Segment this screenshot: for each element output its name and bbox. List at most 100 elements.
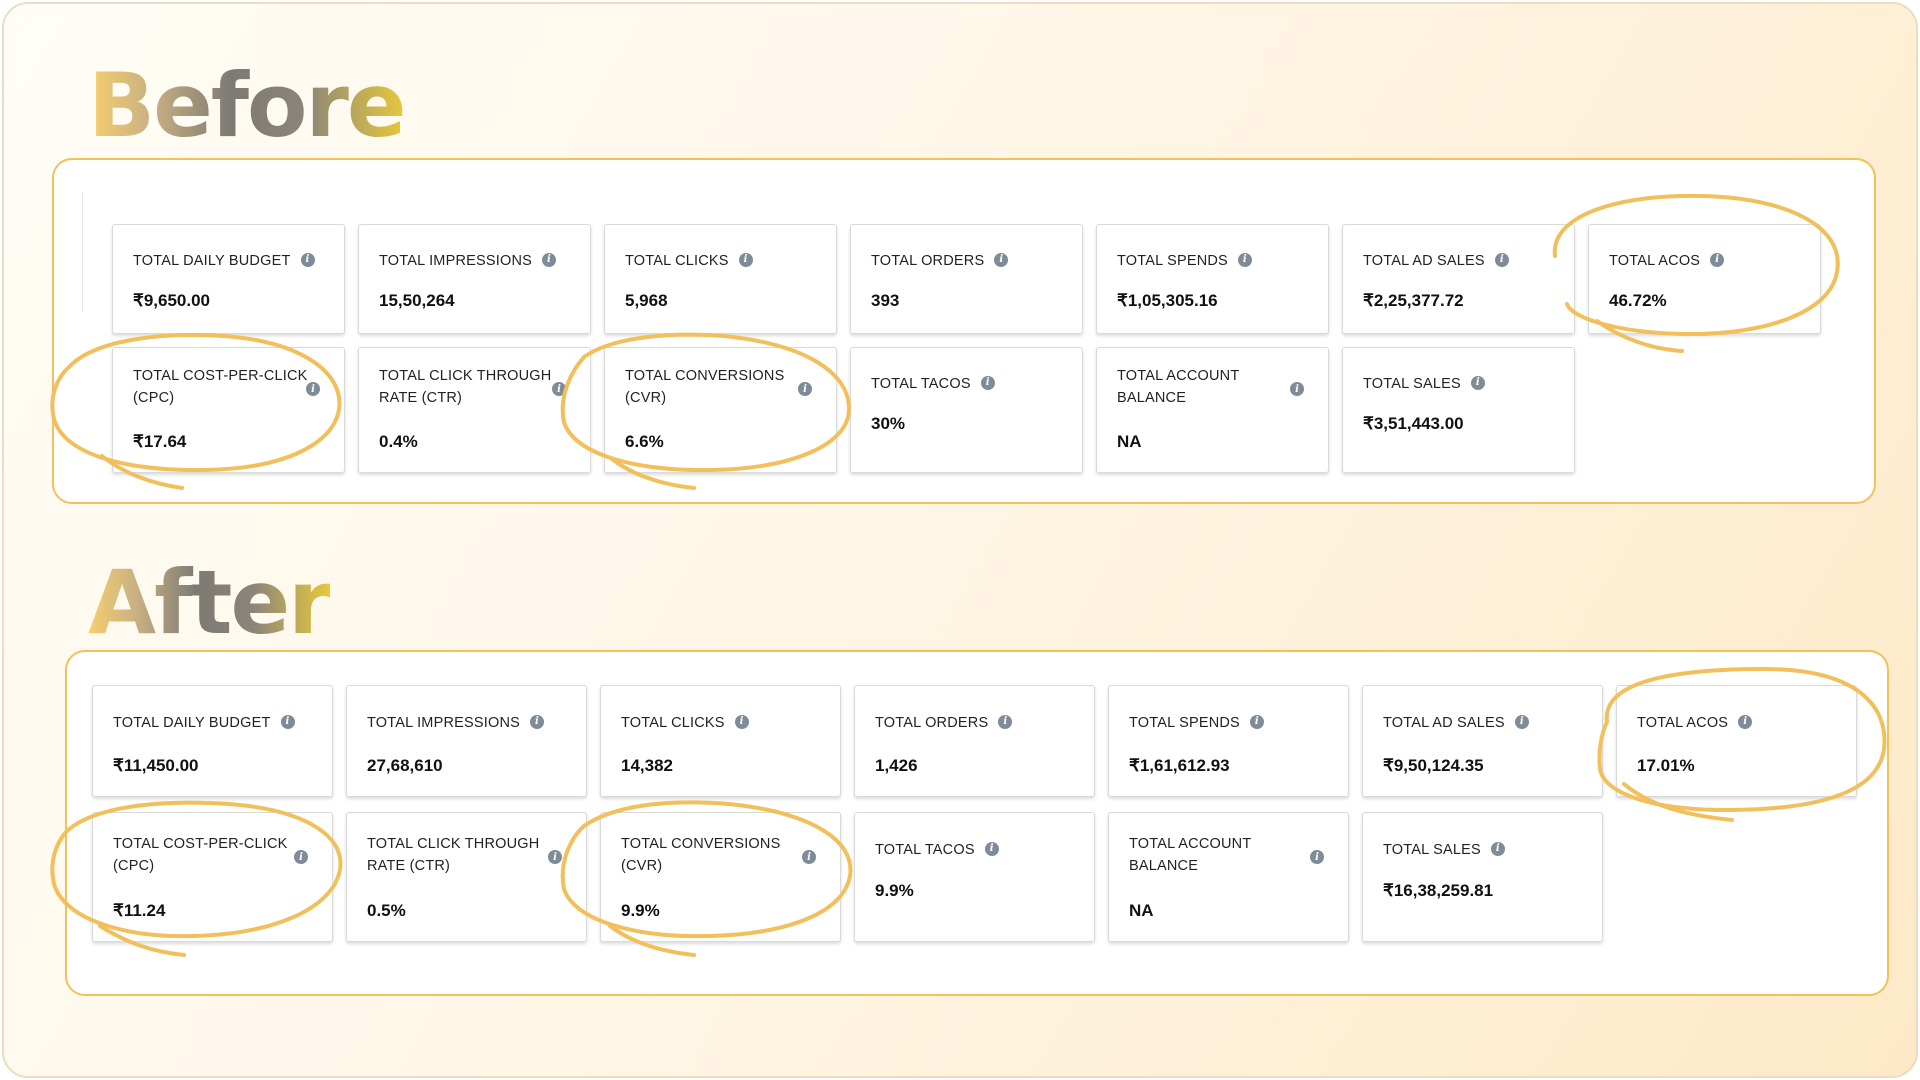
metric-card-spends: TOTAL SPENDS i ₹1,05,305.16 xyxy=(1096,224,1329,334)
after-metrics-panel: TOTAL DAILY BUDGET i ₹11,450.00 TOTAL IMP… xyxy=(65,650,1889,996)
metric-value: ₹2,25,377.72 xyxy=(1363,291,1464,310)
metric-label: TOTAL SPENDS xyxy=(1117,253,1228,269)
metric-value: NA xyxy=(1117,432,1142,451)
metric-label-line2: (CVR) xyxy=(625,390,667,406)
metric-card-daily-budget: TOTAL DAILY BUDGET i ₹9,650.00 xyxy=(112,224,345,334)
metric-card-clicks: TOTAL CLICKS i 5,968 xyxy=(604,224,837,334)
metric-label-line2: (CVR) xyxy=(621,858,663,874)
info-icon[interactable]: i xyxy=(1710,253,1725,268)
metric-value: ₹1,61,612.93 xyxy=(1129,756,1230,775)
metric-value: 14,382 xyxy=(621,756,673,775)
metric-value: ₹9,650.00 xyxy=(133,291,210,310)
metric-value: 17.01% xyxy=(1637,756,1695,775)
panel-divider xyxy=(82,192,83,312)
metric-card-account-balance: TOTAL ACCOUNT BALANCE i NA xyxy=(1108,812,1349,942)
metric-label: TOTAL DAILY BUDGET xyxy=(133,253,291,269)
metric-card-clicks: TOTAL CLICKS i 14,382 xyxy=(600,685,841,797)
info-icon[interactable]: i xyxy=(984,842,999,857)
metric-value: 9.9% xyxy=(621,901,660,920)
metric-card-ad-sales: TOTAL AD SALES i ₹9,50,124.35 xyxy=(1362,685,1603,797)
info-icon[interactable]: i xyxy=(548,850,562,864)
metric-card-total-sales: TOTAL SALES i ₹16,38,259.81 xyxy=(1362,812,1603,942)
metric-label: TOTAL SPENDS xyxy=(1129,715,1240,731)
metric-label-line2: RATE (CTR) xyxy=(379,390,463,406)
info-icon[interactable]: i xyxy=(1494,253,1509,268)
metric-card-tacos: TOTAL TACOS i 9.9% xyxy=(854,812,1095,942)
metric-card-tacos: TOTAL TACOS i 30% xyxy=(850,347,1083,473)
metric-card-cpc: TOTAL COST-PER-CLICK (CPC) i ₹11.24 xyxy=(92,812,333,942)
info-icon[interactable]: i xyxy=(294,850,308,864)
info-icon[interactable]: i xyxy=(280,715,295,730)
info-icon[interactable]: i xyxy=(980,376,995,391)
metric-value: ₹11.24 xyxy=(113,901,166,920)
metric-value: 1,426 xyxy=(875,756,918,775)
metric-value: ₹11,450.00 xyxy=(113,756,199,775)
metric-label: TOTAL ORDERS xyxy=(871,253,985,269)
metric-label: TOTAL SALES xyxy=(1383,842,1481,858)
metric-value: ₹17.64 xyxy=(133,432,187,451)
info-icon[interactable]: i xyxy=(1514,715,1529,730)
info-icon[interactable]: i xyxy=(542,253,556,268)
metric-label-line1: TOTAL CONVERSIONS xyxy=(625,368,785,384)
metric-value: ₹16,38,259.81 xyxy=(1383,881,1494,900)
before-metrics-panel: TOTAL DAILY BUDGET i ₹9,650.00 TOTAL IMPR… xyxy=(52,158,1876,504)
metric-label: TOTAL ACOS xyxy=(1637,715,1729,731)
metric-card-acos: TOTAL ACOS i 46.72% xyxy=(1588,224,1821,334)
info-icon[interactable]: i xyxy=(552,382,566,396)
info-icon[interactable]: i xyxy=(1237,253,1252,268)
metric-value: ₹1,05,305.16 xyxy=(1117,291,1218,310)
metric-card-ad-sales: TOTAL AD SALES i ₹2,25,377.72 xyxy=(1342,224,1575,334)
info-icon[interactable]: i xyxy=(998,715,1013,730)
info-icon[interactable]: i xyxy=(994,253,1009,268)
metric-label-line1: TOTAL COST-PER-CLICK xyxy=(133,368,308,384)
info-icon[interactable]: i xyxy=(306,382,320,396)
metric-label-line1: TOTAL ACCOUNT xyxy=(1117,368,1240,384)
metric-value: 0.4% xyxy=(379,432,418,451)
slide-frame: Before TOTAL DAILY BUDGET i ₹9,650.00 TOT… xyxy=(2,2,1918,1078)
info-icon[interactable]: i xyxy=(300,253,315,268)
metric-label: TOTAL ORDERS xyxy=(875,715,989,731)
metric-card-acos: TOTAL ACOS i 17.01% xyxy=(1616,685,1857,797)
metric-card-impressions: TOTAL IMPRESSIONS i 15,50,264 xyxy=(358,224,591,334)
metric-card-cvr: TOTAL CONVERSIONS (CVR) i 9.9% xyxy=(600,812,841,942)
info-icon[interactable]: i xyxy=(1249,715,1264,730)
metric-label-line1: TOTAL CONVERSIONS xyxy=(621,836,781,852)
metric-label-line1: TOTAL CLICK THROUGH xyxy=(367,836,540,852)
info-icon[interactable]: i xyxy=(530,715,544,730)
metric-label: TOTAL SALES xyxy=(1363,376,1461,392)
metric-label: TOTAL IMPRESSIONS xyxy=(367,715,520,731)
after-heading: After xyxy=(88,551,332,654)
info-icon[interactable]: i xyxy=(802,850,816,864)
metric-value: 6.6% xyxy=(625,432,664,451)
metric-card-daily-budget: TOTAL DAILY BUDGET i ₹11,450.00 xyxy=(92,685,333,797)
metric-card-account-balance: TOTAL ACCOUNT BALANCE i NA xyxy=(1096,347,1329,473)
metric-label: TOTAL CLICKS xyxy=(625,253,729,269)
info-icon[interactable]: i xyxy=(1738,715,1753,730)
info-icon[interactable]: i xyxy=(1490,842,1505,857)
metric-value: 27,68,610 xyxy=(367,756,443,775)
info-icon[interactable]: i xyxy=(734,715,749,730)
metric-card-orders: TOTAL ORDERS i 393 xyxy=(850,224,1083,334)
metric-label-line2: (CPC) xyxy=(133,390,175,406)
metric-card-cvr: TOTAL CONVERSIONS (CVR) i 6.6% xyxy=(604,347,837,473)
metric-card-impressions: TOTAL IMPRESSIONS i 27,68,610 xyxy=(346,685,587,797)
info-icon[interactable]: i xyxy=(798,382,812,396)
metric-label: TOTAL DAILY BUDGET xyxy=(113,715,271,731)
info-icon[interactable]: i xyxy=(738,253,753,268)
metric-card-orders: TOTAL ORDERS i 1,426 xyxy=(854,685,1095,797)
metric-label: TOTAL TACOS xyxy=(875,842,975,858)
metric-label: TOTAL CLICKS xyxy=(621,715,725,731)
info-icon[interactable]: i xyxy=(1310,850,1324,864)
metric-value: NA xyxy=(1129,901,1154,920)
metric-card-cpc: TOTAL COST-PER-CLICK (CPC) i ₹17.64 xyxy=(112,347,345,473)
metric-value: ₹9,50,124.35 xyxy=(1383,756,1484,775)
metric-card-ctr: TOTAL CLICK THROUGH RATE (CTR) i 0.4% xyxy=(358,347,591,473)
info-icon[interactable]: i xyxy=(1290,382,1304,396)
metric-label-line1: TOTAL COST-PER-CLICK xyxy=(113,836,288,852)
metric-label-line2: RATE (CTR) xyxy=(367,858,451,874)
metric-label-line2: (CPC) xyxy=(113,858,155,874)
metric-label: TOTAL TACOS xyxy=(871,376,971,392)
info-icon[interactable]: i xyxy=(1470,376,1485,391)
metric-label: TOTAL IMPRESSIONS xyxy=(379,253,532,269)
metric-label: TOTAL ACOS xyxy=(1609,253,1701,269)
